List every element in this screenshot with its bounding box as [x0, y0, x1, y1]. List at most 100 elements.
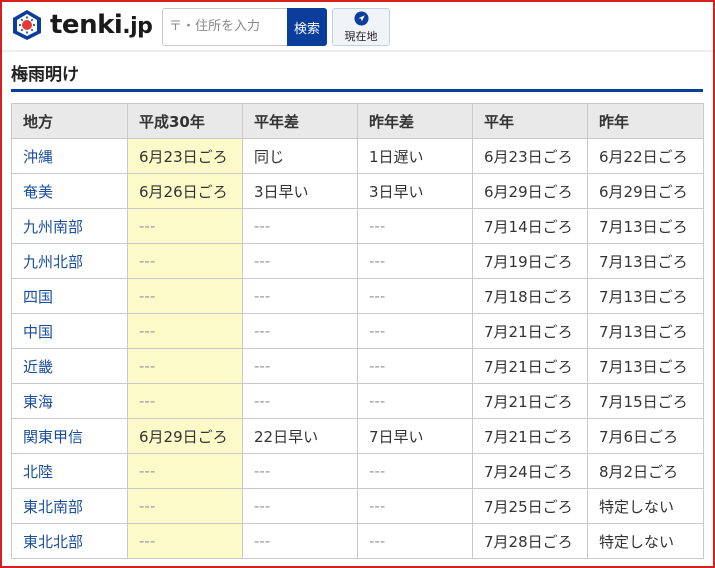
- cell-lastyear-date: 7月13日ごろ: [587, 243, 704, 279]
- logo-suffix: .jp: [122, 14, 153, 39]
- cell-region-link[interactable]: 九州南部: [11, 208, 128, 244]
- logo-wordmark: tenki.jp: [50, 10, 153, 40]
- table-row: 東北北部 --- --- --- 7月28日ごろ 特定しない: [11, 523, 704, 559]
- cell-h30-date: ---: [127, 383, 243, 419]
- cell-region-link[interactable]: 奄美: [11, 173, 128, 209]
- current-location-button[interactable]: 現在地: [332, 8, 390, 46]
- cell-normal-date: 7月21日ごろ: [472, 418, 588, 454]
- cell-lastyear-diff: ---: [357, 208, 473, 244]
- cell-region-link[interactable]: 沖縄: [11, 138, 128, 174]
- tenki-logo-icon: [13, 10, 41, 40]
- cell-normal-date: 7月24日ごろ: [472, 453, 588, 489]
- cell-h30-date: ---: [127, 523, 243, 559]
- cell-h30-date: ---: [127, 243, 243, 279]
- cell-lastyear-date: 特定しない: [587, 523, 704, 559]
- cell-normal-diff: 22日早い: [242, 418, 358, 454]
- cell-lastyear-date: 特定しない: [587, 488, 704, 524]
- cell-region-link[interactable]: 東海: [11, 383, 128, 419]
- table-row: 東北南部 --- --- --- 7月25日ごろ 特定しない: [11, 488, 704, 524]
- table-row: 北陸 --- --- --- 7月24日ごろ 8月2日ごろ: [11, 453, 704, 489]
- cell-lastyear-date: 7月6日ごろ: [587, 418, 704, 454]
- page-title: 梅雨明け: [11, 65, 79, 85]
- table-row: 近畿 --- --- --- 7月21日ごろ 7月13日ごろ: [11, 348, 704, 384]
- cell-normal-date: 7月28日ごろ: [472, 523, 588, 559]
- table-body: 沖縄 6月23日ごろ 同じ 1日遅い 6月23日ごろ 6月22日ごろ 奄美 6月26日ごろ 3日…: [11, 138, 704, 559]
- cell-region-link[interactable]: 九州北部: [11, 243, 128, 279]
- table-row: 沖縄 6月23日ごろ 同じ 1日遅い 6月23日ごろ 6月22日ごろ: [11, 138, 704, 174]
- cell-normal-date: 7月19日ごろ: [472, 243, 588, 279]
- cell-normal-date: 7月21日ごろ: [472, 383, 588, 419]
- search-button[interactable]: 検索: [287, 8, 327, 46]
- cell-normal-diff: ---: [242, 208, 358, 244]
- cell-normal-diff: ---: [242, 348, 358, 384]
- cell-normal-diff: ---: [242, 313, 358, 349]
- cell-normal-date: 6月29日ごろ: [472, 173, 588, 209]
- site-header: tenki.jp 〒・住所を入力 検索 現在地: [2, 2, 713, 50]
- table-row: 奄美 6月26日ごろ 3日早い 3日早い 6月29日ごろ 6月29日ごろ: [11, 173, 704, 209]
- tenki-logo[interactable]: tenki.jp: [10, 8, 153, 42]
- cell-lastyear-diff: ---: [357, 488, 473, 524]
- cell-normal-diff: 同じ: [242, 138, 358, 174]
- cell-lastyear-date: 8月2日ごろ: [587, 453, 704, 489]
- title-underline: [11, 89, 703, 92]
- column-header-lastyear: 昨年: [587, 103, 704, 139]
- cell-normal-date: 7月21日ごろ: [472, 313, 588, 349]
- cell-lastyear-date: 7月13日ごろ: [587, 208, 704, 244]
- column-header-region: 地方: [11, 103, 128, 139]
- cell-lastyear-date: 7月13日ごろ: [587, 313, 704, 349]
- table-row: 関東甲信 6月29日ごろ 22日早い 7日早い 7月21日ごろ 7月6日ごろ: [11, 418, 704, 454]
- column-header-normal-diff: 平年差: [242, 103, 358, 139]
- address-search-input[interactable]: 〒・住所を入力: [162, 8, 288, 46]
- column-header-lastyear-diff: 昨年差: [357, 103, 473, 139]
- cell-lastyear-diff: ---: [357, 348, 473, 384]
- table-row: 四国 --- --- --- 7月18日ごろ 7月13日ごろ: [11, 278, 704, 314]
- cell-normal-date: 7月25日ごろ: [472, 488, 588, 524]
- cell-lastyear-date: 6月22日ごろ: [587, 138, 704, 174]
- cell-region-link[interactable]: 東北南部: [11, 488, 128, 524]
- header-divider: [2, 50, 713, 52]
- table-row: 東海 --- --- --- 7月21日ごろ 7月15日ごろ: [11, 383, 704, 419]
- cell-normal-diff: ---: [242, 453, 358, 489]
- cell-h30-date: 6月23日ごろ: [127, 138, 243, 174]
- cell-normal-diff: ---: [242, 383, 358, 419]
- cell-lastyear-date: 6月29日ごろ: [587, 173, 704, 209]
- rainy-season-end-table: 地方 平成30年 平年差 昨年差 平年 昨年 沖縄 6月23日ごろ 同じ 1日遅い 6月…: [11, 103, 704, 559]
- cell-h30-date: ---: [127, 208, 243, 244]
- logo-text: tenki: [50, 10, 123, 40]
- cell-normal-date: 7月21日ごろ: [472, 348, 588, 384]
- cell-region-link[interactable]: 中国: [11, 313, 128, 349]
- column-header-normal: 平年: [472, 103, 588, 139]
- cell-lastyear-diff: ---: [357, 243, 473, 279]
- table-row: 九州北部 --- --- --- 7月19日ごろ 7月13日ごろ: [11, 243, 704, 279]
- cell-region-link[interactable]: 四国: [11, 278, 128, 314]
- cell-region-link[interactable]: 近畿: [11, 348, 128, 384]
- cell-h30-date: ---: [127, 348, 243, 384]
- cell-lastyear-diff: 7日早い: [357, 418, 473, 454]
- cell-normal-date: 7月18日ごろ: [472, 278, 588, 314]
- cell-normal-diff: ---: [242, 488, 358, 524]
- cell-lastyear-diff: 1日遅い: [357, 138, 473, 174]
- cell-h30-date: ---: [127, 453, 243, 489]
- cell-region-link[interactable]: 東北北部: [11, 523, 128, 559]
- cell-region-link[interactable]: 関東甲信: [11, 418, 128, 454]
- cell-h30-date: ---: [127, 488, 243, 524]
- cell-h30-date: ---: [127, 313, 243, 349]
- cell-h30-date: 6月29日ごろ: [127, 418, 243, 454]
- cell-normal-date: 6月23日ごろ: [472, 138, 588, 174]
- current-location-label: 現在地: [344, 29, 378, 43]
- cell-lastyear-date: 7月13日ごろ: [587, 348, 704, 384]
- cell-lastyear-diff: ---: [357, 278, 473, 314]
- navigation-arrow-icon: [353, 10, 369, 26]
- cell-lastyear-diff: 3日早い: [357, 173, 473, 209]
- cell-lastyear-date: 7月13日ごろ: [587, 278, 704, 314]
- cell-normal-diff: ---: [242, 523, 358, 559]
- cell-lastyear-diff: ---: [357, 313, 473, 349]
- cell-lastyear-diff: ---: [357, 523, 473, 559]
- cell-region-link[interactable]: 北陸: [11, 453, 128, 489]
- cell-normal-diff: 3日早い: [242, 173, 358, 209]
- cell-lastyear-diff: ---: [357, 383, 473, 419]
- cell-lastyear-diff: ---: [357, 453, 473, 489]
- cell-normal-diff: ---: [242, 243, 358, 279]
- cell-h30-date: ---: [127, 278, 243, 314]
- cell-h30-date: 6月26日ごろ: [127, 173, 243, 209]
